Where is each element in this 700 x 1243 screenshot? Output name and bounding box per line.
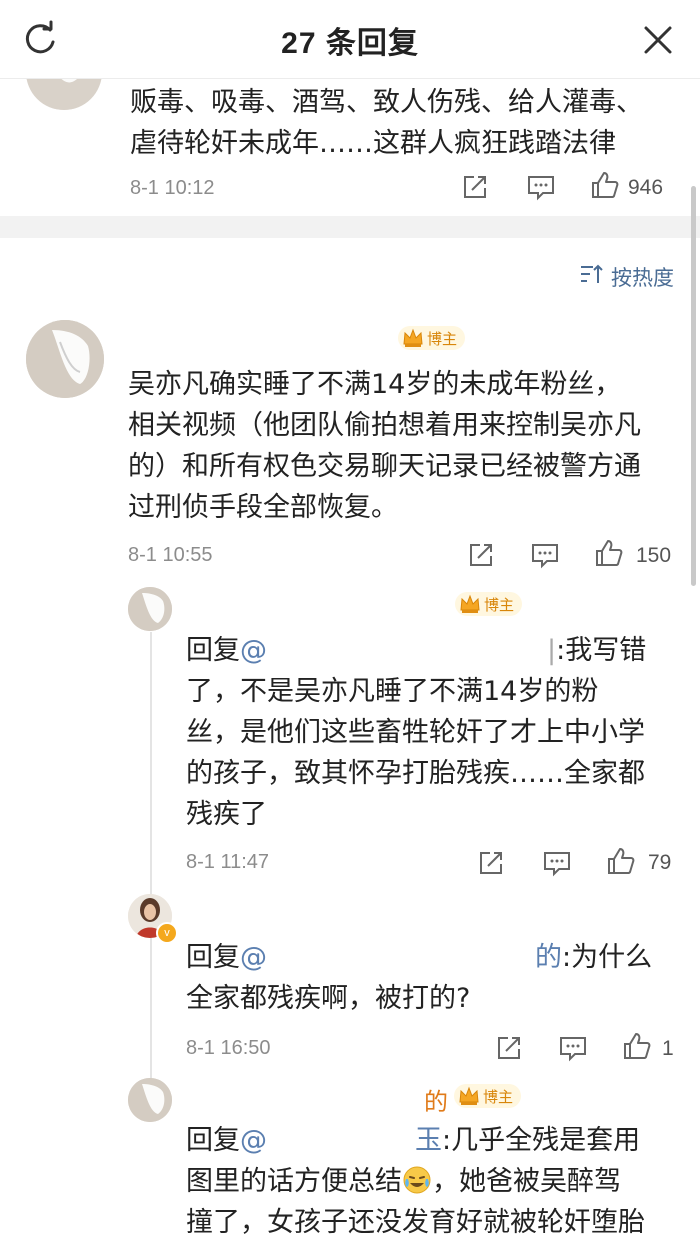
comment-time: 8-1 10:12 (130, 177, 215, 199)
section-divider (0, 216, 700, 238)
blogger-badge: 博主 (454, 1084, 522, 1108)
mention-link[interactable]: @ 玉 (240, 1125, 442, 1156)
badge-label: 博主 (484, 596, 515, 614)
mention-link[interactable]: @ 的 (240, 942, 562, 973)
crying-laughing-emoji (402, 1165, 432, 1195)
like-count: 79 (648, 851, 672, 874)
top-comment: 贩毒、吸毒、酒驾、致人伤残、给人灌毒、 虐待轮奸未成年……这群人疯狂践踏法律 8… (0, 56, 700, 216)
avatar[interactable] (128, 587, 172, 631)
avatar[interactable] (26, 320, 104, 398)
comment-text: 的）和所有权色交易聊天记录已经被警方通 (128, 451, 641, 482)
blogger-badge: 博主 (455, 592, 523, 616)
header: 27 条回复 (0, 0, 700, 79)
scrollbar[interactable] (691, 186, 696, 586)
reply-time: 8-1 16:50 (186, 1037, 271, 1059)
like-icon[interactable] (594, 538, 624, 568)
reply-after: :我写错 (556, 635, 647, 666)
reply-text: 图里的话方便总结 ，她爸被吴醉驾 (186, 1165, 621, 1197)
like-icon[interactable] (622, 1031, 652, 1061)
sort-icon (579, 263, 605, 291)
comment-icon[interactable] (530, 540, 560, 570)
comment-text: 相关视频（他团队偷拍想着用来控制吴亦凡 (128, 410, 641, 441)
share-icon[interactable] (476, 848, 506, 878)
close-icon[interactable] (638, 20, 678, 60)
comment-text: 贩毒、吸毒、酒驾、致人伤残、给人灌毒、 (130, 87, 643, 118)
like-icon[interactable] (606, 846, 636, 876)
reply-after: :几乎全残是套用 (442, 1125, 641, 1156)
like-icon[interactable] (590, 170, 620, 200)
crown-icon (402, 327, 424, 349)
sort-button[interactable]: 按热度 (579, 262, 674, 292)
comment-text: 过刑侦手段全部恢复。 (128, 492, 398, 523)
reply-after: :为什么 (562, 942, 653, 973)
blogger-badge: 博主 (398, 326, 466, 350)
comment-text: 虐待轮奸未成年……这群人疯狂践踏法律 (130, 128, 616, 159)
verified-icon: v (156, 922, 178, 944)
reply-prefix: 回复 (186, 1125, 240, 1156)
thread-line (150, 632, 152, 1102)
share-icon[interactable] (494, 1033, 524, 1063)
reply-text: 回复@ 的:为什么 (186, 937, 666, 978)
crown-icon (458, 1085, 480, 1107)
reply-text: 了，不是吴亦凡睡了不满14岁的粉 (186, 676, 599, 707)
like-count: 1 (662, 1037, 674, 1060)
reply-prefix: 回复 (186, 942, 240, 973)
author-name[interactable]: 的 (424, 1082, 448, 1117)
page-title: 27 条回复 (281, 27, 419, 60)
comment-icon[interactable] (526, 172, 556, 202)
reply-text: 残疾了 (186, 799, 267, 830)
comment-icon[interactable] (542, 848, 572, 878)
mention-link[interactable]: @ | (240, 635, 556, 666)
badge-label: 博主 (427, 330, 458, 348)
avatar[interactable] (128, 1078, 172, 1122)
like-count: 150 (636, 544, 672, 567)
share-icon[interactable] (466, 540, 496, 570)
reply-text: 撞了，女孩子还没发育好就被轮奸堕胎 (186, 1207, 645, 1238)
sort-label: 按热度 (611, 267, 674, 290)
like-count: 946 (628, 176, 664, 199)
reply-text: 回复@ |:我写错 (186, 630, 666, 671)
comment-time: 8-1 10:55 (128, 544, 213, 566)
reply-time: 8-1 11:47 (186, 851, 270, 873)
reply-prefix: 回复 (186, 635, 240, 666)
reply-text: 的孩子，致其怀孕打胎残疾……全家都 (186, 758, 645, 789)
comment-icon[interactable] (558, 1033, 588, 1063)
comment-text: 吴亦凡确实睡了不满14岁的未成年粉丝， (128, 369, 622, 400)
reply-text: 全家都残疾啊，被打的? (186, 983, 471, 1014)
reply-text: 丝，是他们这些畜牲轮奸了才上中小学 (186, 717, 645, 748)
reply-text: 回复@ 玉:几乎全残是套用 (186, 1120, 676, 1161)
badge-label: 博主 (483, 1088, 514, 1106)
crown-icon (459, 593, 481, 615)
share-icon[interactable] (460, 172, 490, 202)
